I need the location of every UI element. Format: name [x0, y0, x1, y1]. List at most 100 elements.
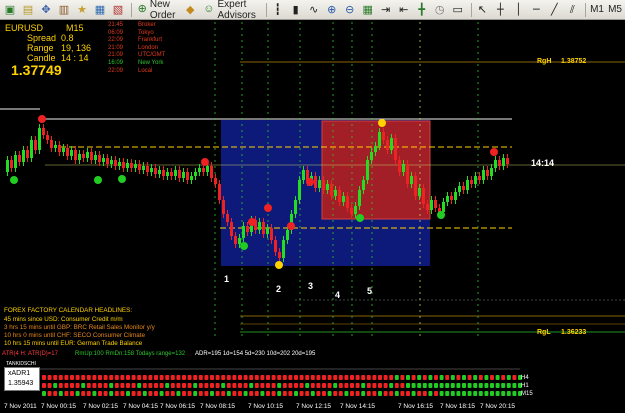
range-stat: RmUp:100 RmDn:158 Todays range=132	[75, 351, 186, 357]
dashboard-cell	[456, 383, 461, 388]
timeframe-m5-button[interactable]: M5	[607, 2, 623, 18]
templates-icon[interactable]: ▭	[450, 2, 466, 18]
dashboard-cell	[294, 375, 298, 380]
news-item-4: 10 hrs 15 mins until EUR: German Trade B…	[4, 340, 143, 347]
chart-shift-icon[interactable]: ⇥	[378, 2, 394, 18]
time-axis-label: 7 Nov 18:15	[440, 403, 476, 410]
strategy-tester-icon[interactable]: ▧	[110, 2, 126, 18]
dashboard-cell	[58, 383, 63, 388]
dashboard-cell	[53, 375, 58, 380]
dashboard-cell	[305, 383, 310, 388]
adr-stat: ADR=195 1d=154 5d=230 10d=202 20d=195	[195, 351, 316, 357]
dashboard-cell	[266, 375, 270, 380]
dashboard-cell	[473, 391, 478, 396]
dashboard-cell	[165, 391, 170, 396]
dashboard-cell	[406, 383, 410, 388]
dashboard-cell	[159, 391, 164, 396]
dashboard-cell	[490, 375, 494, 380]
trendline-icon[interactable]: ╱	[546, 2, 562, 18]
candle-body	[394, 138, 397, 160]
dashboard-cell	[462, 375, 466, 380]
dashboard-cell	[154, 391, 158, 396]
tile-windows-icon[interactable]: ▦	[360, 2, 376, 18]
new-order-label: New Order	[149, 0, 176, 21]
candle-body	[478, 176, 481, 180]
navigator-icon[interactable]: ★	[74, 2, 90, 18]
dashboard-cell	[501, 391, 506, 396]
toolbar-separator	[266, 2, 267, 17]
time-axis-label: 7 Nov 02:15	[83, 403, 119, 410]
dashboard-cell	[462, 391, 466, 396]
symbol-info-panel: EURUSD M15 Spread 0.8 Range 19, 136 Cand…	[0, 20, 105, 80]
dashboard-cell	[187, 383, 192, 388]
dashboard-cell	[170, 383, 175, 388]
dashboard-cell	[450, 383, 455, 388]
indicators-icon[interactable]: ╋	[414, 2, 430, 18]
expert-advisors-button[interactable]: ☺ Expert Advisors	[200, 0, 261, 21]
profiles-icon[interactable]: ▤	[20, 2, 36, 18]
market-watch-icon[interactable]: ✥	[38, 2, 54, 18]
dashboard-cell	[344, 391, 349, 396]
candle-body	[282, 240, 285, 258]
dashboard-cell	[299, 375, 304, 380]
channel-icon[interactable]: ⫽	[564, 2, 580, 18]
terminal-icon[interactable]: ▦	[92, 2, 108, 18]
fractal-marker	[118, 175, 126, 183]
dashboard-cell	[260, 383, 265, 388]
dashboard-cell	[277, 383, 282, 388]
candle-body	[386, 140, 389, 150]
metaeditor-icon[interactable]: ◆	[182, 2, 198, 18]
timeframe-m1-button[interactable]: M1	[589, 2, 605, 18]
candlestick-icon[interactable]: ▮	[288, 2, 304, 18]
dashboard-cell	[98, 375, 102, 380]
fractal-marker	[248, 218, 256, 226]
new-chart-icon[interactable]: ▣	[2, 2, 18, 18]
dashboard-cell	[355, 391, 360, 396]
dashboard-cell	[109, 375, 114, 380]
bar-chart-icon[interactable]: ┇	[270, 2, 286, 18]
dashboard-cell	[327, 391, 332, 396]
cursor-icon[interactable]: ↖	[474, 2, 490, 18]
zoom-in-icon[interactable]: ⊕	[324, 2, 340, 18]
candle-body	[54, 145, 57, 148]
candle-body	[402, 164, 405, 172]
session-name: New York	[138, 60, 164, 66]
candle-body	[170, 172, 173, 176]
data-window-icon[interactable]: ▥	[56, 2, 72, 18]
tf-label-h1: H1	[521, 383, 529, 389]
dashboard-cell	[322, 375, 326, 380]
crosshair-icon[interactable]: ┼	[492, 2, 508, 18]
dashboard-cell	[456, 375, 461, 380]
dashboard-cell	[70, 391, 74, 396]
dashboard-cell	[204, 391, 209, 396]
candle-body	[226, 214, 229, 222]
vertical-line-icon[interactable]: │	[510, 2, 526, 18]
dashboard-cell	[271, 383, 276, 388]
new-order-button[interactable]: ⊕ New Order	[135, 0, 181, 21]
dashboard-cell	[159, 375, 164, 380]
dashboard-cell	[81, 375, 86, 380]
dashboard-cell	[210, 383, 214, 388]
dashboard-cell	[271, 391, 276, 396]
dashboard-cell	[42, 383, 46, 388]
dashboard-cell	[350, 383, 354, 388]
autoscroll-icon[interactable]: ⇤	[396, 2, 412, 18]
horizontal-line-icon[interactable]: ─	[528, 2, 544, 18]
dashboard-cell	[148, 383, 153, 388]
dashboard-cell	[394, 375, 399, 380]
dashboard-cell	[92, 391, 97, 396]
dashboard-cell	[75, 383, 80, 388]
fractal-marker	[275, 261, 283, 269]
dashboard-cell	[254, 391, 259, 396]
candle-body	[482, 170, 485, 180]
dashboard-cell	[254, 375, 259, 380]
zoom-out-icon[interactable]: ⊖	[342, 2, 358, 18]
line-chart-icon[interactable]: ∿	[306, 2, 322, 18]
time-axis-label: 7 Nov 06:15	[160, 403, 196, 410]
candle-body	[70, 150, 73, 156]
periods-icon[interactable]: ◷	[432, 2, 448, 18]
toolbar-separator	[585, 2, 587, 17]
xadr-indicator-box[interactable]: xADR1 1.35943	[4, 367, 40, 391]
wave-label-4: 4	[335, 290, 340, 300]
fractal-marker	[94, 176, 102, 184]
